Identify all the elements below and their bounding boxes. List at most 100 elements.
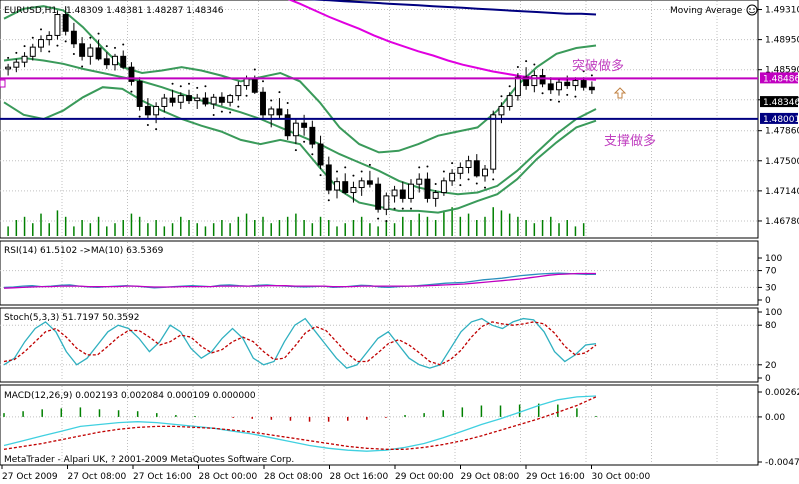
tick-label: 0 bbox=[765, 296, 771, 306]
sar-dot bbox=[541, 92, 544, 95]
candle-body bbox=[317, 143, 324, 166]
rsi-panel[interactable]: RSI(14) 61.5102 ->MA(10) 63.5369 100 70 30… bbox=[0, 240, 782, 306]
candle-body bbox=[556, 81, 562, 91]
time-tick-label: 27 Oct 08:00 bbox=[68, 472, 127, 482]
smiley-icon[interactable] bbox=[746, 4, 758, 16]
sar-dot bbox=[138, 115, 141, 118]
sar-dot bbox=[237, 105, 240, 108]
tick-label: 30 bbox=[765, 283, 777, 293]
sar-dot bbox=[418, 166, 421, 169]
sar-dot bbox=[15, 51, 18, 54]
sar-dot bbox=[566, 93, 569, 96]
sar-dot bbox=[220, 110, 223, 113]
tick-label: 20 bbox=[765, 361, 777, 371]
sar-dot bbox=[336, 170, 338, 173]
candle-body bbox=[547, 83, 554, 91]
sar-dot bbox=[475, 182, 478, 185]
candle-body bbox=[391, 189, 398, 197]
sar-dot bbox=[500, 95, 503, 98]
tick-label: 80 bbox=[765, 321, 777, 331]
candle-body bbox=[588, 86, 595, 91]
candle-body bbox=[375, 183, 382, 210]
candle-body bbox=[408, 183, 414, 199]
footer-copyright: MetaTrader - Alpari UK, ? 2001-2009 Meta… bbox=[4, 455, 294, 465]
candle-body bbox=[95, 47, 102, 60]
sar-dot bbox=[278, 91, 281, 94]
macd-label: MACD(12,26,9) 0.002193 0.002084 0.000109… bbox=[4, 391, 256, 401]
sar-dot bbox=[122, 43, 125, 46]
tick-label: 0.00 bbox=[765, 413, 785, 423]
sar-dot bbox=[558, 100, 560, 103]
candle-body bbox=[301, 122, 308, 128]
tick-label: 70 bbox=[765, 267, 777, 277]
macd-panel[interactable]: MACD(12,26,9) 0.002193 0.002084 0.000109… bbox=[0, 384, 799, 468]
sar-dot bbox=[516, 66, 519, 69]
candle-body bbox=[309, 126, 316, 145]
sar-dot bbox=[245, 94, 248, 97]
sar-dot bbox=[434, 183, 437, 186]
price-tick-label: 1.47500 bbox=[765, 157, 799, 167]
sar-dot bbox=[344, 166, 347, 169]
candle-body bbox=[38, 39, 44, 48]
tick-label: 100 bbox=[765, 308, 782, 318]
time-tick-label: 28 Oct 16:00 bbox=[330, 472, 389, 482]
candle-body bbox=[432, 192, 439, 199]
support-annotation: 支撑做多 bbox=[604, 133, 656, 149]
candle-body bbox=[268, 108, 275, 116]
price-tick-label: 1.48950 bbox=[765, 36, 799, 46]
candle-body bbox=[218, 96, 225, 103]
candle-body bbox=[153, 105, 160, 116]
sar-dot bbox=[352, 174, 355, 177]
sar-dot bbox=[40, 28, 42, 31]
time-tick-label: 29 Oct 08:00 bbox=[461, 472, 520, 482]
sar-dot bbox=[533, 63, 536, 66]
time-tick-label: 29 Oct 16:00 bbox=[526, 472, 585, 482]
candle-body bbox=[13, 61, 20, 68]
candle-body bbox=[161, 97, 168, 107]
sar-dot bbox=[442, 170, 445, 173]
sar-dot bbox=[385, 220, 388, 223]
sar-dot bbox=[410, 207, 412, 210]
sar-dot bbox=[549, 98, 552, 101]
stoch-label: Stoch(5,3,3) 51.7197 50.3592 bbox=[4, 313, 139, 323]
resistance-handle[interactable] bbox=[0, 79, 6, 88]
candle-body bbox=[46, 34, 53, 41]
candle-body bbox=[54, 14, 61, 36]
stoch-panel[interactable]: Stoch(5,3,3) 51.7197 50.3592 100 80 20 0 bbox=[0, 307, 782, 384]
sar-dot bbox=[319, 174, 322, 177]
candle-body bbox=[202, 97, 209, 105]
sar-dot bbox=[484, 186, 486, 189]
candle-body bbox=[490, 114, 497, 170]
time-tick-label: 27 Oct 16:00 bbox=[133, 472, 192, 482]
sar-dot bbox=[525, 60, 528, 63]
candle-body bbox=[210, 96, 217, 105]
sar-dot bbox=[590, 74, 593, 77]
candle-body bbox=[498, 105, 505, 116]
sar-dot bbox=[23, 45, 26, 48]
sar-dot bbox=[105, 45, 108, 48]
price-tick-label: 1.47860 bbox=[765, 127, 799, 137]
chart-canvas[interactable]: EURUSD,H1 1.48309 1.48381 1.48287 1.4834… bbox=[0, 0, 799, 484]
symbol-label: EURUSD,H1 bbox=[4, 6, 57, 16]
candle-body bbox=[572, 80, 579, 87]
main-panel[interactable]: EURUSD,H1 1.48309 1.48381 1.48287 1.4834… bbox=[0, 0, 759, 239]
candle-body bbox=[276, 108, 283, 116]
price-tick-label: 1.49310 bbox=[765, 6, 799, 16]
sar-dot bbox=[31, 36, 34, 39]
tick-label: 0 bbox=[765, 374, 771, 384]
sar-dot bbox=[368, 163, 371, 166]
sar-dot bbox=[451, 162, 454, 165]
sar-dot bbox=[89, 36, 92, 39]
sar-dot bbox=[196, 86, 199, 89]
candle-body bbox=[506, 95, 513, 107]
time-tick-label: 28 Oct 08:00 bbox=[264, 472, 323, 482]
sar-dot bbox=[393, 207, 396, 210]
indicator-label: Moving Average bbox=[670, 6, 743, 16]
candle-body bbox=[416, 178, 423, 185]
current-price: 1.48346 bbox=[763, 98, 799, 108]
resistance-annotation: 突破做多 bbox=[572, 58, 624, 74]
sar-dot bbox=[286, 101, 289, 104]
candle-body bbox=[342, 181, 349, 194]
candle-body bbox=[482, 168, 488, 177]
rsi-label: RSI(14) 61.5102 ->MA(10) 63.5369 bbox=[4, 246, 164, 256]
